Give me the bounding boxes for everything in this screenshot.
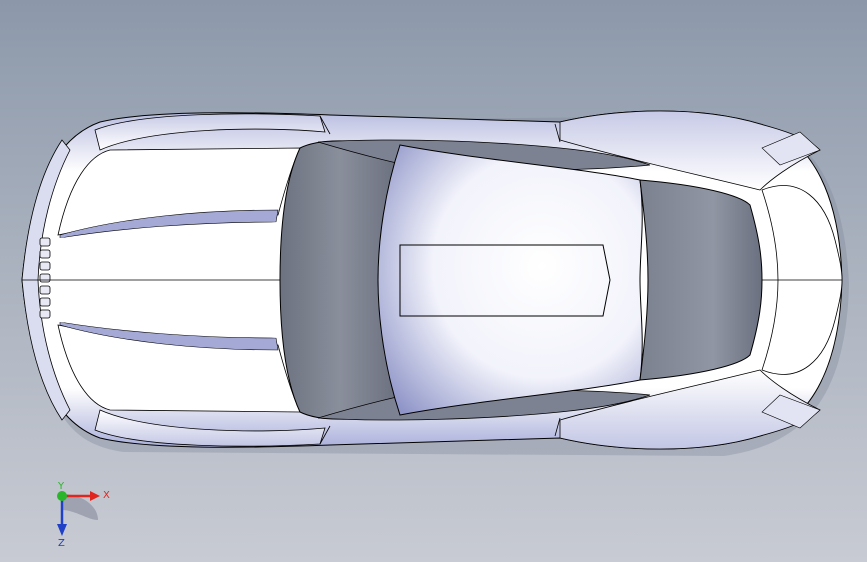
z-axis-arrow xyxy=(57,524,67,536)
rear-window xyxy=(639,179,763,381)
graphics-viewport[interactable]: X Y Z xyxy=(0,0,867,562)
car-model-top-view[interactable] xyxy=(0,0,867,562)
front-grille xyxy=(39,237,51,319)
y-axis-point xyxy=(57,491,67,501)
x-axis-label: X xyxy=(103,490,110,501)
y-axis-label: Y xyxy=(57,481,65,492)
roof xyxy=(377,144,643,416)
x-axis-arrow xyxy=(90,491,100,501)
z-axis-label: Z xyxy=(58,538,65,549)
axis-triad: X Y Z xyxy=(57,481,110,549)
